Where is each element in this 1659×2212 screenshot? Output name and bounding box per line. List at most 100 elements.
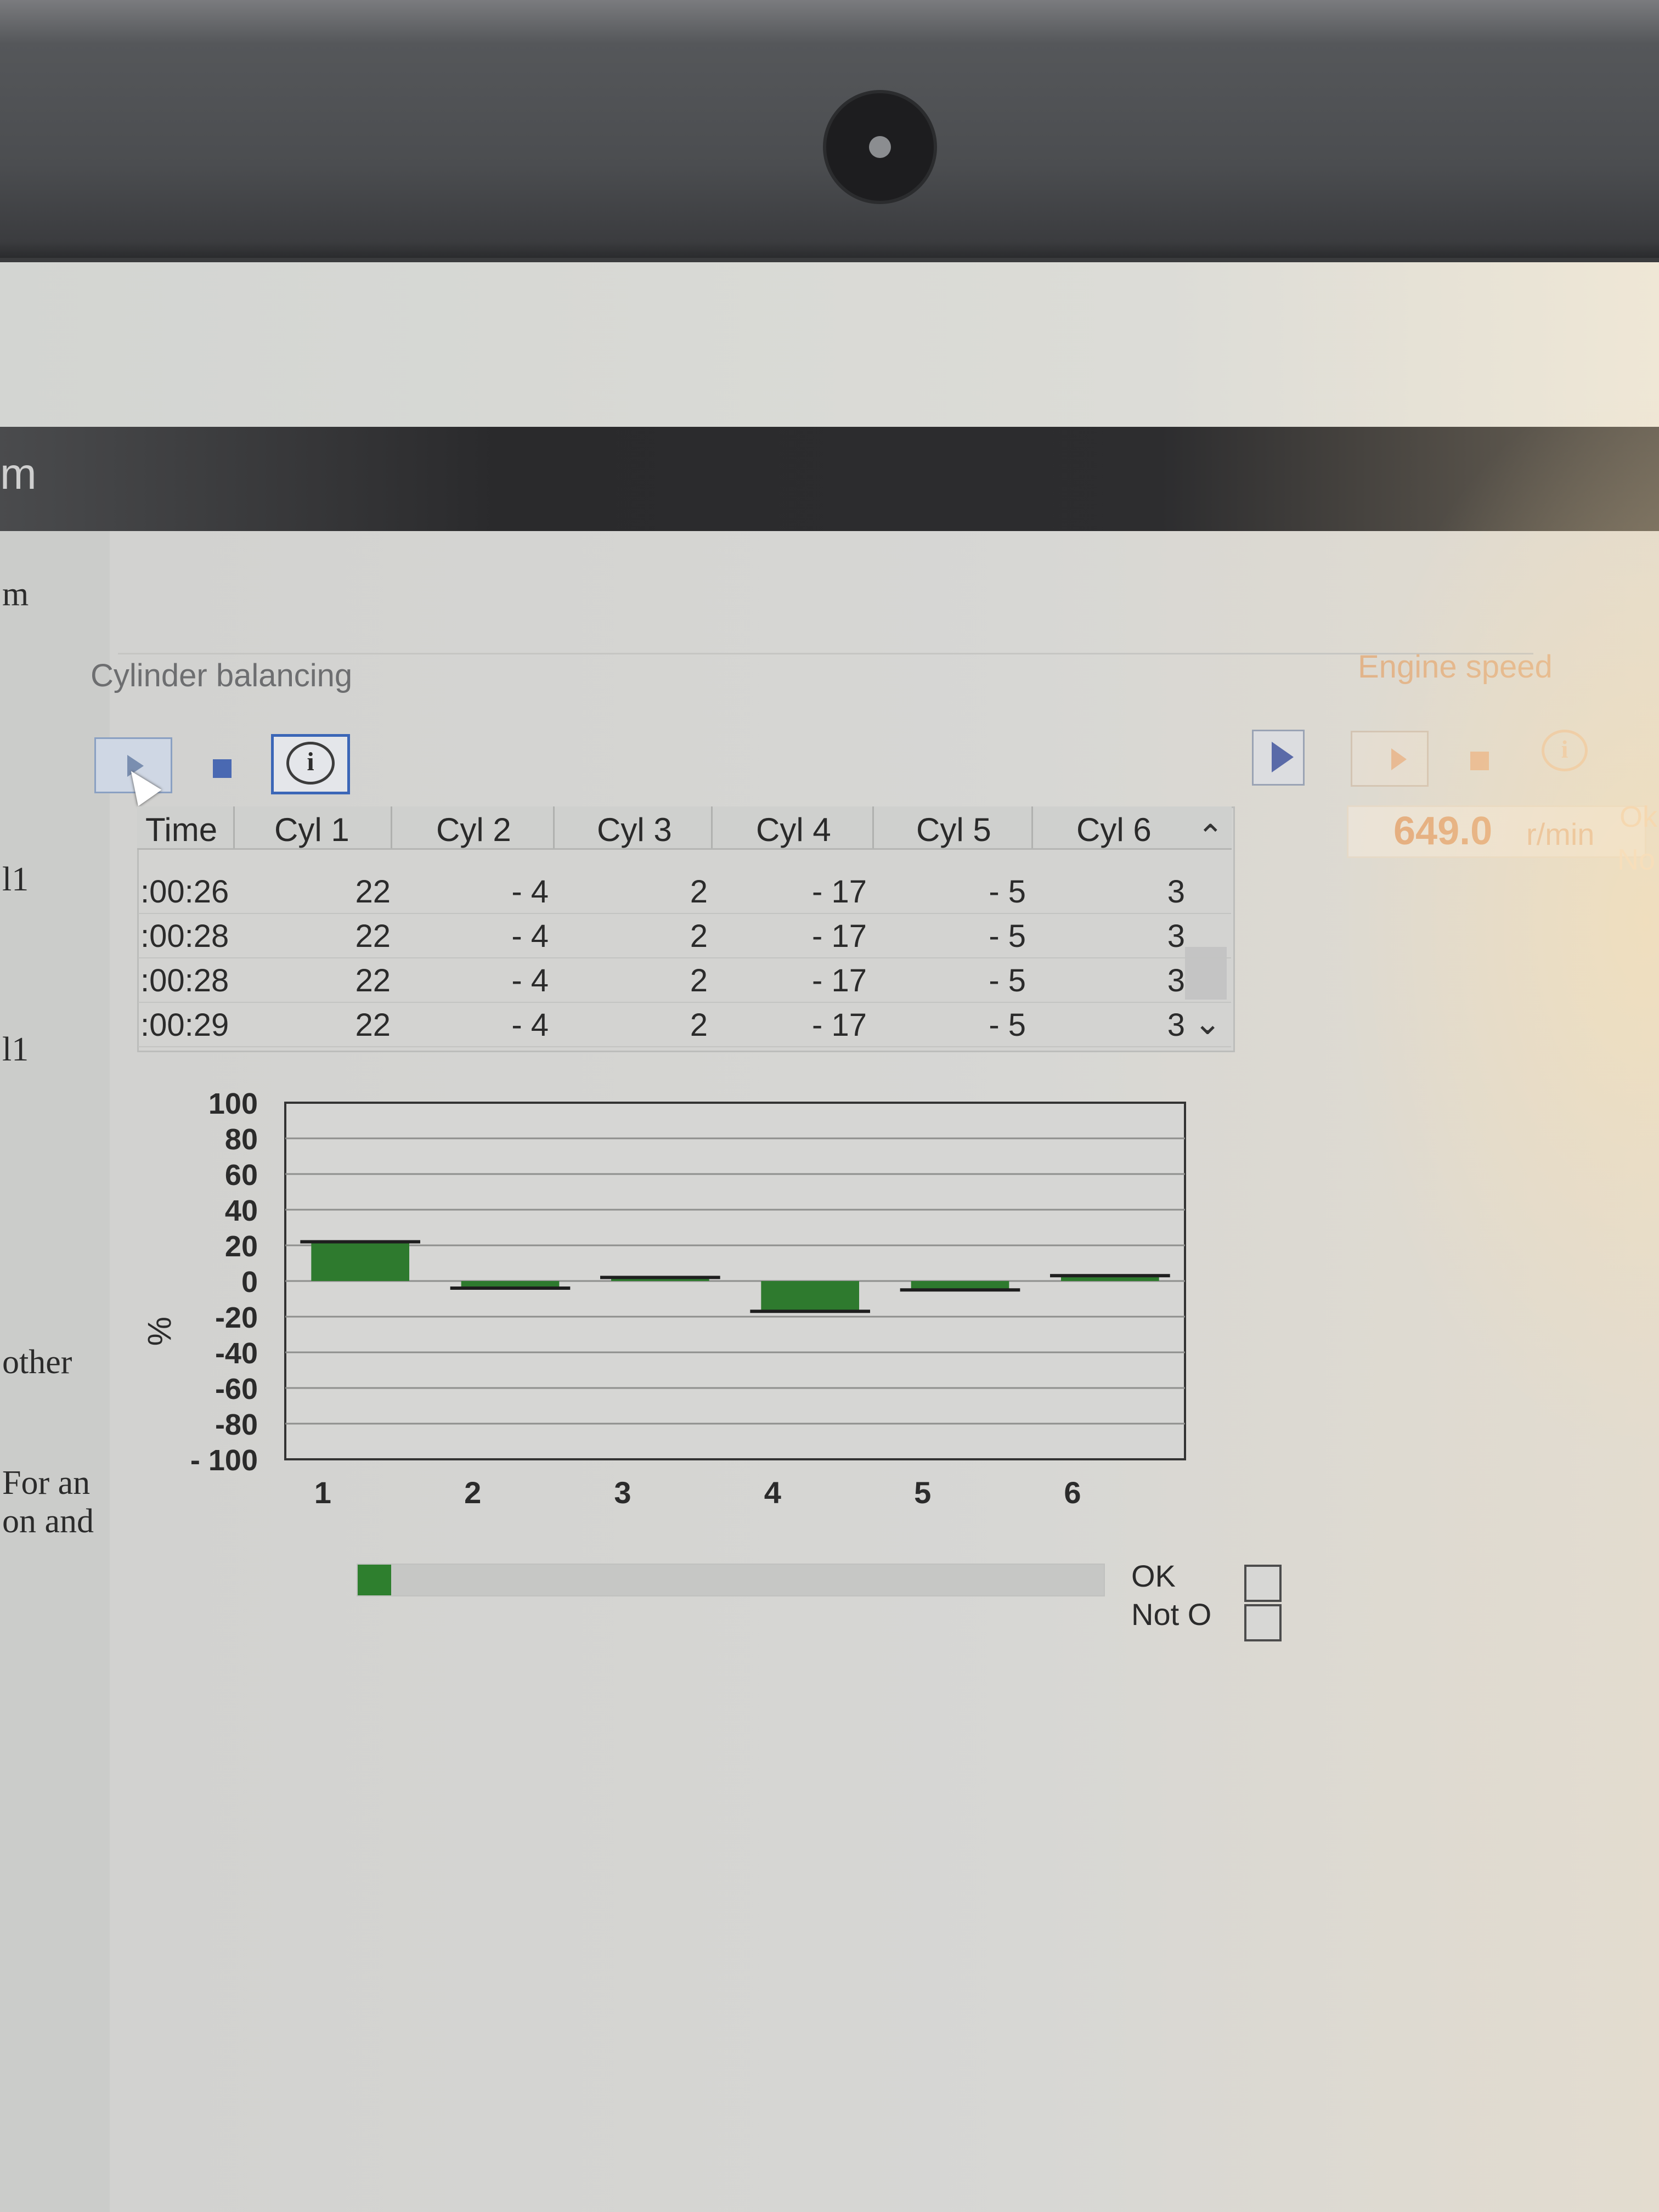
not-ok-label: Not O bbox=[1131, 1597, 1212, 1632]
cylinder-balance-chart: 100806040200-20-40-60-80- 100 1 2 3 4 5 6 % bbox=[141, 1087, 1186, 1510]
progress-bar bbox=[357, 1564, 1105, 1596]
row-divider bbox=[138, 1046, 1231, 1047]
chart-y-tick-label: -60 bbox=[215, 1373, 258, 1406]
chart-y-tick-label: 20 bbox=[225, 1230, 258, 1263]
table-cell-cyl5: - 5 bbox=[989, 1007, 1026, 1043]
play-icon bbox=[1391, 748, 1407, 770]
engine-speed-unit: r/min bbox=[1526, 817, 1595, 851]
table-cell-time: :00:29 bbox=[140, 1007, 229, 1043]
column-separator bbox=[233, 806, 235, 848]
table-cell-cyl1: 22 bbox=[355, 963, 391, 998]
table-cell-cyl3: 2 bbox=[690, 874, 708, 910]
table-cell-time: :00:28 bbox=[140, 918, 229, 954]
engine-speed-stop-icon[interactable] bbox=[1470, 752, 1489, 770]
table-cell-cyl3: 2 bbox=[690, 1007, 708, 1043]
sidebar-text: m bbox=[2, 575, 29, 613]
table-cell-cyl4: - 17 bbox=[812, 963, 867, 998]
info-icon: i bbox=[286, 742, 335, 785]
table-cell-cyl5: - 5 bbox=[989, 918, 1026, 954]
chart-y-tick-label: 80 bbox=[225, 1123, 258, 1156]
engine-speed-start-button[interactable] bbox=[1351, 731, 1429, 787]
ok-label: OK bbox=[1131, 1559, 1176, 1593]
column-separator bbox=[1031, 806, 1033, 848]
table-cell-cyl3: 2 bbox=[690, 963, 708, 998]
webcam-lens-icon bbox=[869, 136, 891, 158]
row-divider bbox=[138, 913, 1231, 914]
chart-x-tick-label: 6 bbox=[1064, 1475, 1081, 1510]
column-header-cyl4[interactable]: Cyl 4 bbox=[756, 811, 831, 849]
table-cell-cyl4: - 17 bbox=[812, 1007, 867, 1043]
engine-speed-ok-label: Ok bbox=[1620, 800, 1658, 833]
column-header-cyl5[interactable]: Cyl 5 bbox=[916, 811, 991, 849]
engine-speed-info-icon[interactable]: i bbox=[1542, 730, 1588, 771]
sidebar-text: other bbox=[2, 1344, 72, 1381]
chart-y-tick-label: -80 bbox=[215, 1408, 258, 1441]
chart-y-tick-label: - 100 bbox=[190, 1444, 258, 1477]
table-cell-cyl3: 2 bbox=[690, 918, 708, 954]
table-cell-cyl2: - 4 bbox=[511, 918, 549, 954]
not-ok-checkbox[interactable] bbox=[1244, 1604, 1282, 1641]
row-divider bbox=[138, 1002, 1231, 1003]
table-cell-time: :00:26 bbox=[140, 874, 229, 910]
table-cell-cyl6: 3 bbox=[1167, 963, 1185, 998]
stop-icon bbox=[213, 759, 232, 778]
column-separator bbox=[553, 806, 555, 848]
chart-y-tick-label: -20 bbox=[215, 1301, 258, 1334]
table-cell-cyl6: 3 bbox=[1167, 1007, 1185, 1043]
cylinder-balancing-title: Cylinder balancing bbox=[91, 658, 353, 693]
table-cell-cyl2: - 4 bbox=[511, 1007, 549, 1043]
chart-x-tick-label: 5 bbox=[914, 1475, 931, 1510]
chart-x-tick-label: 1 bbox=[314, 1475, 331, 1510]
table-cell-cyl4: - 17 bbox=[812, 918, 867, 954]
engine-speed-title: Engine speed bbox=[1358, 649, 1553, 685]
table-cell-cyl2: - 4 bbox=[511, 874, 549, 910]
scrollbar-thumb[interactable] bbox=[1185, 947, 1227, 1000]
chart-bar-4 bbox=[761, 1281, 859, 1312]
window-title: m bbox=[0, 449, 37, 498]
table-cell-time: :00:28 bbox=[140, 963, 229, 998]
table-cell-cyl2: - 4 bbox=[511, 963, 549, 998]
table-cell-cyl1: 22 bbox=[355, 874, 391, 910]
chart-y-tick-label: 40 bbox=[225, 1194, 258, 1227]
column-header-cyl6[interactable]: Cyl 6 bbox=[1076, 811, 1152, 849]
play-icon bbox=[1272, 742, 1294, 772]
scroll-up-icon[interactable]: ⌃ bbox=[1197, 817, 1224, 855]
column-header-cyl3[interactable]: Cyl 3 bbox=[597, 811, 672, 849]
sidebar-text: For an bbox=[2, 1464, 91, 1502]
sidebar-text: l1 bbox=[2, 861, 29, 898]
screen-top-area bbox=[0, 262, 1659, 427]
section-divider bbox=[118, 653, 1533, 654]
table-cell-cyl5: - 5 bbox=[989, 963, 1026, 998]
table-cell-cyl1: 22 bbox=[355, 1007, 391, 1043]
chart-y-tick-label: 60 bbox=[225, 1159, 258, 1192]
sidebar-text: on and bbox=[2, 1503, 94, 1540]
chart-y-tick-label: 0 bbox=[241, 1266, 258, 1299]
table-cell-cyl1: 22 bbox=[355, 918, 391, 954]
chart-y-tick-label: -40 bbox=[215, 1337, 258, 1370]
scroll-down-icon[interactable]: ⌄ bbox=[1194, 1004, 1221, 1042]
progress-bar-fill bbox=[358, 1565, 391, 1595]
engine-speed-field bbox=[1347, 805, 1646, 858]
engine-speed-value: 649.0 bbox=[1393, 809, 1493, 853]
engine-speed-no-label: No bbox=[1617, 843, 1656, 876]
column-separator bbox=[391, 806, 392, 848]
column-separator bbox=[711, 806, 713, 848]
table-cell-cyl5: - 5 bbox=[989, 874, 1026, 910]
table-cell-cyl6: 3 bbox=[1167, 918, 1185, 954]
column-header-time[interactable]: Time bbox=[145, 811, 217, 849]
row-divider bbox=[138, 957, 1231, 958]
table-cell-cyl4: - 17 bbox=[812, 874, 867, 910]
column-separator bbox=[872, 806, 874, 848]
table-cell-cyl6: 3 bbox=[1167, 874, 1185, 910]
chart-bar-1 bbox=[311, 1242, 409, 1281]
chart-x-tick-label: 4 bbox=[764, 1475, 781, 1510]
column-header-cyl2[interactable]: Cyl 2 bbox=[436, 811, 511, 849]
chart-x-tick-label: 3 bbox=[614, 1475, 631, 1510]
column-header-cyl1[interactable]: Cyl 1 bbox=[274, 811, 349, 849]
sidebar-text: l1 bbox=[2, 1031, 29, 1068]
window-titlebar bbox=[0, 427, 1659, 531]
ok-checkbox[interactable] bbox=[1244, 1565, 1282, 1602]
chart-x-tick-label: 2 bbox=[464, 1475, 481, 1510]
chart-y-tick-label: 100 bbox=[208, 1087, 258, 1120]
chart-y-axis-label: % bbox=[141, 1317, 178, 1346]
